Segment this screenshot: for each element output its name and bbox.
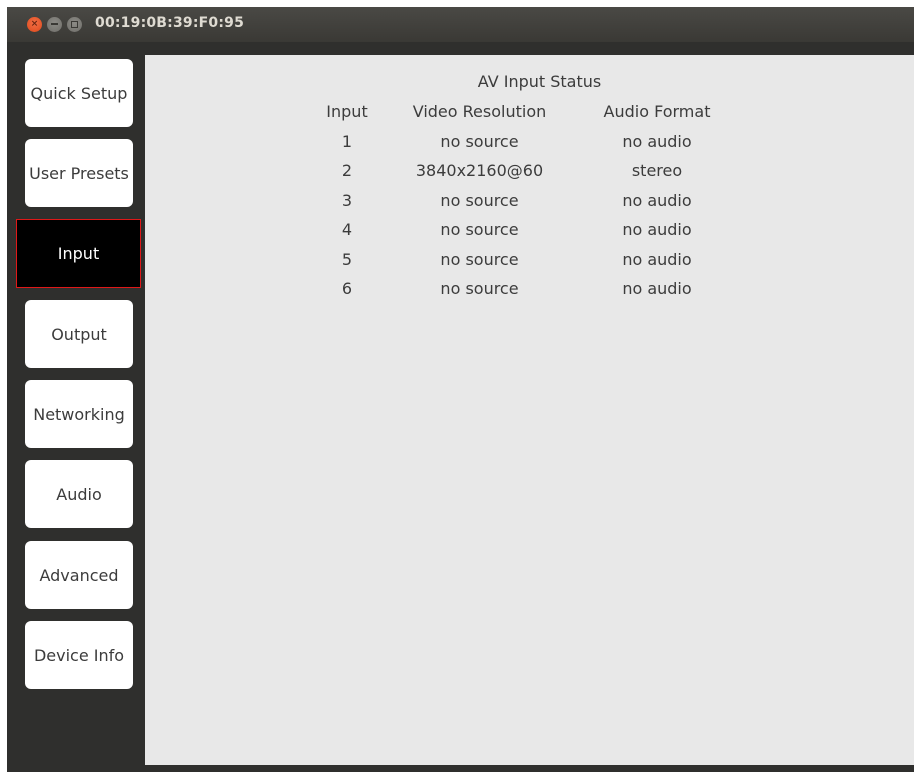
video-resolution: no source <box>440 220 519 239</box>
video-resolution: no source <box>440 279 519 298</box>
audio-format: no audio <box>622 249 692 269</box>
close-window-icon[interactable]: × <box>27 17 42 32</box>
window-title: 00:19:0B:39:F0:95 <box>95 15 245 31</box>
video-resolution: no source <box>440 131 519 151</box>
title-bar[interactable]: × 00:19:0B:39:F0:95 <box>7 7 914 42</box>
nav-quick-setup-button[interactable]: Quick Setup <box>25 59 133 127</box>
input-number: 2 <box>341 161 353 180</box>
maximize-window-icon[interactable] <box>67 17 82 32</box>
audio-format: stereo <box>631 161 683 180</box>
input-number: 3 <box>341 190 353 210</box>
input-number: 6 <box>341 279 353 298</box>
column-header-video-resolution: Video Resolution <box>412 102 547 121</box>
audio-format: no audio <box>622 190 692 210</box>
audio-format: no audio <box>622 279 692 298</box>
audio-format: no audio <box>622 220 692 239</box>
nav-audio-button[interactable]: Audio <box>25 460 133 528</box>
nav-user-presets-button[interactable]: User Presets <box>25 139 133 207</box>
audio-format: no audio <box>622 131 692 151</box>
video-resolution: no source <box>440 190 519 210</box>
minimize-window-icon[interactable] <box>47 17 62 32</box>
content-panel: AV Input Status Input Video Resolution A… <box>145 55 914 765</box>
video-resolution: 3840x2160@60 <box>415 161 544 180</box>
app-window: × 00:19:0B:39:F0:95 Quick Setup User Pre… <box>7 7 914 772</box>
nav-networking-button[interactable]: Networking <box>25 380 133 448</box>
input-number: 4 <box>341 220 353 239</box>
column-header-input: Input <box>326 102 368 121</box>
nav-device-info-button[interactable]: Device Info <box>25 621 133 689</box>
nav-advanced-button[interactable]: Advanced <box>25 541 133 609</box>
column-header-audio-format: Audio Format <box>603 102 711 121</box>
nav-input-button[interactable]: Input <box>16 219 141 288</box>
input-number: 1 <box>341 131 353 151</box>
video-resolution: no source <box>440 249 519 269</box>
page-title: AV Input Status <box>477 72 602 91</box>
nav-output-button[interactable]: Output <box>25 300 133 368</box>
sidebar-nav: Quick Setup User Presets Input Output Ne… <box>7 55 145 772</box>
window-bottom-border <box>145 765 914 772</box>
input-number: 5 <box>341 249 353 269</box>
